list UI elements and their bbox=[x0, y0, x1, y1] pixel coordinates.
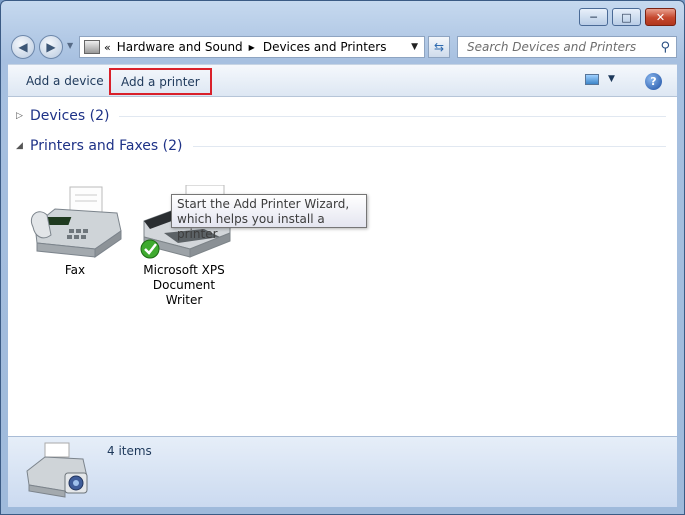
search-box[interactable]: ⚲ bbox=[457, 36, 677, 58]
group-printers-and-faxes[interactable]: ◢ Printers and Faxes (2) bbox=[16, 136, 666, 156]
back-button[interactable]: ◀ bbox=[11, 35, 35, 59]
refresh-button[interactable]: ⇆ bbox=[428, 36, 450, 58]
fax-icon bbox=[31, 186, 122, 258]
search-icon[interactable]: ⚲ bbox=[660, 40, 670, 55]
refresh-icon: ⇆ bbox=[433, 40, 445, 54]
add-printer-button[interactable]: Add a printer bbox=[109, 68, 212, 95]
forward-arrow-icon: ▶ bbox=[46, 40, 56, 54]
item-count: 4 items bbox=[107, 444, 152, 458]
group-divider bbox=[119, 115, 666, 117]
control-panel-icon bbox=[84, 40, 100, 54]
group-printers-label: Printers and Faxes (2) bbox=[30, 138, 183, 154]
maximize-button[interactable]: □ bbox=[612, 8, 641, 26]
explorer-window: ─ □ ✕ ◀ ▶ ▼ « Hardware and Sound ▶ Devic… bbox=[0, 0, 685, 515]
fax-label: Fax bbox=[64, 263, 86, 277]
forward-button[interactable]: ▶ bbox=[39, 35, 63, 59]
devices-and-printers-icon bbox=[26, 442, 88, 498]
help-icon[interactable]: ? bbox=[645, 73, 662, 90]
fax-device[interactable]: Fax bbox=[25, 185, 125, 278]
default-printer-check-icon bbox=[140, 239, 160, 259]
add-device-button[interactable]: Add a device bbox=[16, 70, 114, 92]
close-button[interactable]: ✕ bbox=[645, 8, 676, 26]
address-dropdown-icon[interactable]: ▼ bbox=[411, 42, 418, 52]
xps-printer-label: Microsoft XPS Document Writer bbox=[143, 263, 225, 307]
search-input[interactable] bbox=[465, 39, 659, 55]
title-bar: ─ □ ✕ bbox=[1, 1, 684, 31]
command-bar: Add a device Add a printer ▼ ? bbox=[8, 64, 677, 97]
expand-arrow-icon[interactable]: ▷ bbox=[16, 111, 30, 121]
address-row: ◀ ▶ ▼ « Hardware and Sound ▶ Devices and… bbox=[1, 31, 684, 63]
breadcrumb-separator-icon[interactable]: ▶ bbox=[249, 43, 255, 52]
recent-pages-dropdown-icon[interactable]: ▼ bbox=[67, 41, 73, 50]
group-divider bbox=[192, 145, 666, 147]
add-printer-tooltip: Start the Add Printer Wizard, which help… bbox=[171, 194, 367, 241]
group-devices[interactable]: ▷ Devices (2) bbox=[16, 106, 666, 126]
details-pane: 4 items bbox=[8, 436, 677, 507]
back-arrow-icon: ◀ bbox=[18, 40, 28, 54]
address-overflow-icon[interactable]: « bbox=[104, 41, 111, 54]
minimize-button[interactable]: ─ bbox=[579, 8, 608, 26]
breadcrumb-hardware-and-sound[interactable]: Hardware and Sound bbox=[117, 40, 243, 54]
group-devices-label: Devices (2) bbox=[30, 108, 110, 124]
breadcrumb-devices-and-printers[interactable]: Devices and Printers bbox=[263, 40, 387, 54]
collapse-arrow-icon[interactable]: ◢ bbox=[16, 141, 30, 151]
change-view-icon[interactable] bbox=[585, 74, 599, 85]
address-bar[interactable]: « Hardware and Sound ▶ Devices and Print… bbox=[79, 36, 425, 58]
view-options-dropdown-icon[interactable]: ▼ bbox=[608, 74, 615, 84]
devices-pane: ▷ Devices (2) ◢ Printers and Faxes (2) F… bbox=[8, 97, 677, 436]
